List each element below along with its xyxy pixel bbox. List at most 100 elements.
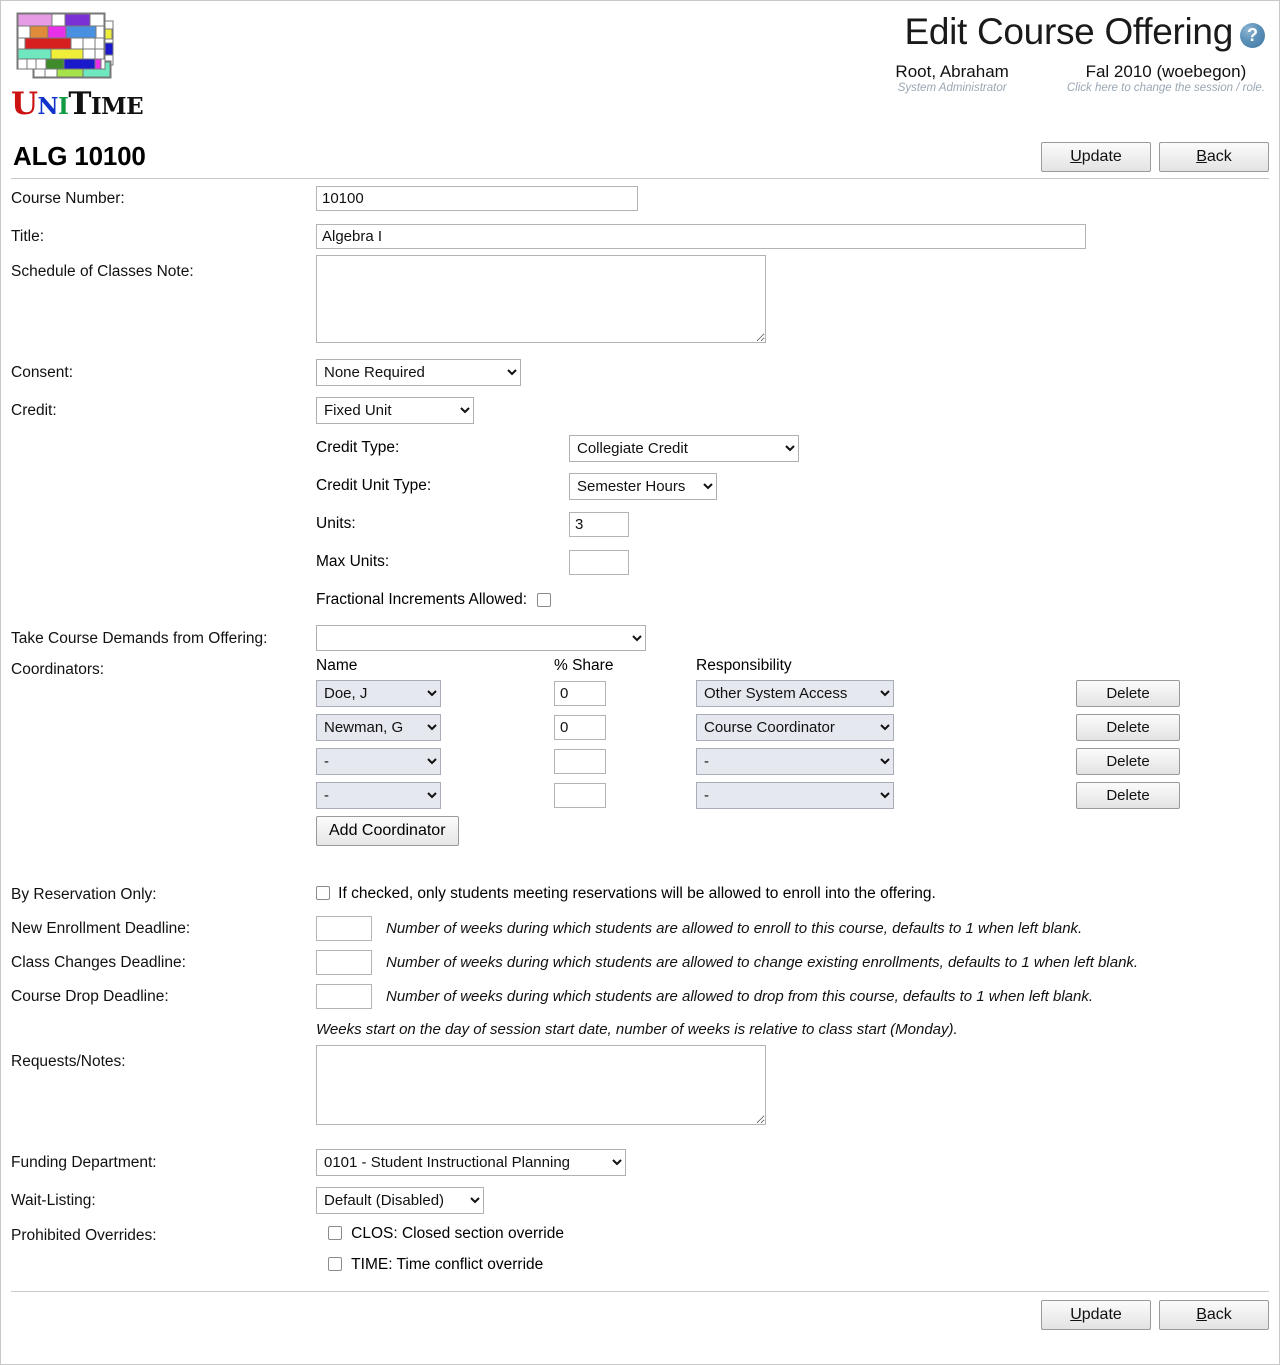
override-clos-row: CLOS: Closed section override [328, 1225, 1269, 1243]
override-time-label: TIME: Time conflict override [351, 1256, 544, 1273]
coordinator-responsibility-select[interactable]: Course Coordinator [696, 714, 894, 741]
course-number-input[interactable] [316, 185, 638, 211]
title-input[interactable] [316, 223, 1086, 249]
row-wait-listing: Wait-Listing: Default (Disabled) [11, 1181, 1269, 1219]
delete-coordinator-button[interactable]: Delete [1076, 748, 1180, 775]
back-accesskey-bottom: B [1196, 1306, 1207, 1323]
funding-department-select[interactable]: 0101 - Student Instructional Planning [316, 1148, 626, 1176]
units-input[interactable] [569, 511, 629, 537]
credit-unit-type-select[interactable]: Semester Hours [569, 472, 717, 500]
prohibited-overrides-label: Prohibited Overrides: [11, 1227, 157, 1244]
coordinator-share-input[interactable] [554, 715, 606, 740]
schedule-note-label: Schedule of Classes Note: [11, 263, 194, 280]
coordinator-name-select[interactable]: Newman, G [316, 714, 441, 741]
course-drop-deadline-label: Course Drop Deadline: [11, 987, 169, 1005]
coordinator-share-cell [554, 783, 696, 808]
unitime-wordmark: UNITIME [11, 89, 241, 120]
max-units-input[interactable] [569, 549, 629, 575]
coordinator-name-select[interactable]: - [316, 748, 441, 775]
coordinator-share-cell [554, 681, 696, 706]
bottom-button-group: Update Back [11, 1291, 1269, 1338]
coordinator-delete-cell: Delete [1076, 782, 1180, 809]
course-drop-field-wrap: Number of weeks during which students ar… [316, 983, 1269, 1009]
brand-block: UNITIME [11, 7, 241, 120]
back-accesskey-top: B [1196, 148, 1207, 165]
coordinator-responsibility-cell: Other System Access [696, 680, 1076, 707]
wordmark-i: I [58, 93, 69, 120]
credit-field-wrap: Fixed Unit [316, 396, 1269, 424]
credit-type-select[interactable]: Collegiate Credit [569, 434, 799, 462]
coordinator-name-select[interactable]: Doe, J [316, 680, 441, 707]
coordinator-responsibility-cell: Course Coordinator [696, 714, 1076, 741]
add-coordinator-button[interactable]: Add Coordinator [316, 816, 459, 846]
course-number-label: Course Number: [11, 189, 125, 207]
schedule-note-field-wrap [316, 255, 1269, 347]
user-info[interactable]: Root, Abraham System Administrator [895, 62, 1008, 95]
row-title: Title: [11, 217, 1269, 255]
delete-coordinator-button[interactable]: Delete [1076, 680, 1180, 707]
back-label-top: ack [1206, 148, 1232, 165]
coordinator-row: Doe, J Other System Access Delete [316, 680, 1269, 707]
new-enrollment-hint: Number of weeks during which students ar… [386, 919, 1083, 937]
coordinator-responsibility-select[interactable]: Other System Access [696, 680, 894, 707]
coordinator-responsibility-select[interactable]: - [696, 748, 894, 775]
back-button-top[interactable]: Back [1159, 142, 1269, 172]
coordinator-col-responsibility: Responsibility [696, 657, 792, 674]
coordinator-responsibility-cell: - [696, 748, 1076, 775]
update-button-bottom[interactable]: Update [1041, 1300, 1151, 1330]
user-name: Root, Abraham [895, 61, 1009, 81]
reservation-only-checkbox[interactable] [316, 886, 330, 900]
credit-select[interactable]: Fixed Unit [316, 396, 474, 424]
row-class-changes-deadline: Class Changes Deadline: Number of weeks … [11, 945, 1269, 979]
reservation-only-field-wrap: If checked, only students meeting reserv… [316, 885, 1269, 903]
coordinator-name-cell: Doe, J [316, 680, 554, 707]
help-icon[interactable]: ? [1240, 22, 1265, 48]
delete-coordinator-button[interactable]: Delete [1076, 782, 1180, 809]
wordmark-t: T [68, 86, 91, 122]
page-root: UNITIME Edit Course Offering ? Root, Abr… [0, 0, 1280, 1365]
course-drop-deadline-input[interactable] [316, 983, 372, 1009]
update-button-top[interactable]: Update [1041, 142, 1151, 172]
reservation-only-label: By Reservation Only: [11, 885, 157, 903]
schedule-note-textarea[interactable] [316, 255, 766, 343]
wait-listing-select[interactable]: Default (Disabled) [316, 1186, 484, 1214]
reservation-only-text: If checked, only students meeting reserv… [338, 885, 936, 902]
weeks-note-text: Weeks start on the day of session start … [316, 1020, 958, 1038]
override-clos-checkbox[interactable] [328, 1226, 342, 1240]
title-row: Edit Course Offering ? [895, 11, 1265, 52]
session-info[interactable]: Fal 2010 (woebegon) Click here to change… [1067, 62, 1265, 95]
update-accesskey-bottom: U [1070, 1306, 1082, 1323]
credit-type-label: Credit Type: [316, 439, 400, 456]
requests-notes-label: Requests/Notes: [11, 1053, 126, 1070]
coordinator-row: - - Delete [316, 782, 1269, 809]
course-demands-select[interactable] [316, 625, 646, 651]
requests-notes-textarea[interactable] [316, 1045, 766, 1125]
coordinator-share-input[interactable] [554, 681, 606, 706]
coordinator-share-input[interactable] [554, 783, 606, 808]
fractional-label: Fractional Increments Allowed: [316, 591, 528, 608]
coordinator-responsibility-select[interactable]: - [696, 782, 894, 809]
new-enrollment-deadline-input[interactable] [316, 915, 372, 941]
add-coordinator-wrap: Add Coordinator [316, 816, 1269, 846]
course-demands-label: Take Course Demands from Offering: [11, 629, 268, 647]
page-title: Edit Course Offering [904, 11, 1233, 52]
user-role: System Administrator [897, 82, 1007, 95]
coordinator-name-select[interactable]: - [316, 782, 441, 809]
coordinator-share-input[interactable] [554, 749, 606, 774]
coordinator-delete-cell: Delete [1076, 680, 1180, 707]
coordinator-row: Newman, G Course Coordinator Delete [316, 714, 1269, 741]
delete-coordinator-button[interactable]: Delete [1076, 714, 1180, 741]
consent-select[interactable]: None Required [316, 358, 521, 386]
back-button-bottom[interactable]: Back [1159, 1300, 1269, 1330]
funding-department-label: Funding Department: [11, 1153, 157, 1171]
coordinators-label: Coordinators: [11, 661, 105, 678]
class-changes-deadline-input[interactable] [316, 949, 372, 975]
override-time-checkbox[interactable] [328, 1257, 342, 1271]
consent-label: Consent: [11, 363, 74, 381]
fractional-increments-checkbox[interactable] [537, 593, 552, 607]
row-prohibited-overrides: Prohibited Overrides: CLOS: Closed secti… [11, 1219, 1269, 1291]
course-drop-hint: Number of weeks during which students ar… [386, 987, 1094, 1005]
prohibited-overrides-list: CLOS: Closed section override TIME: Time… [316, 1219, 1269, 1274]
coordinator-name-cell: Newman, G [316, 714, 554, 741]
row-course-demands: Take Course Demands from Offering: [11, 619, 1269, 657]
